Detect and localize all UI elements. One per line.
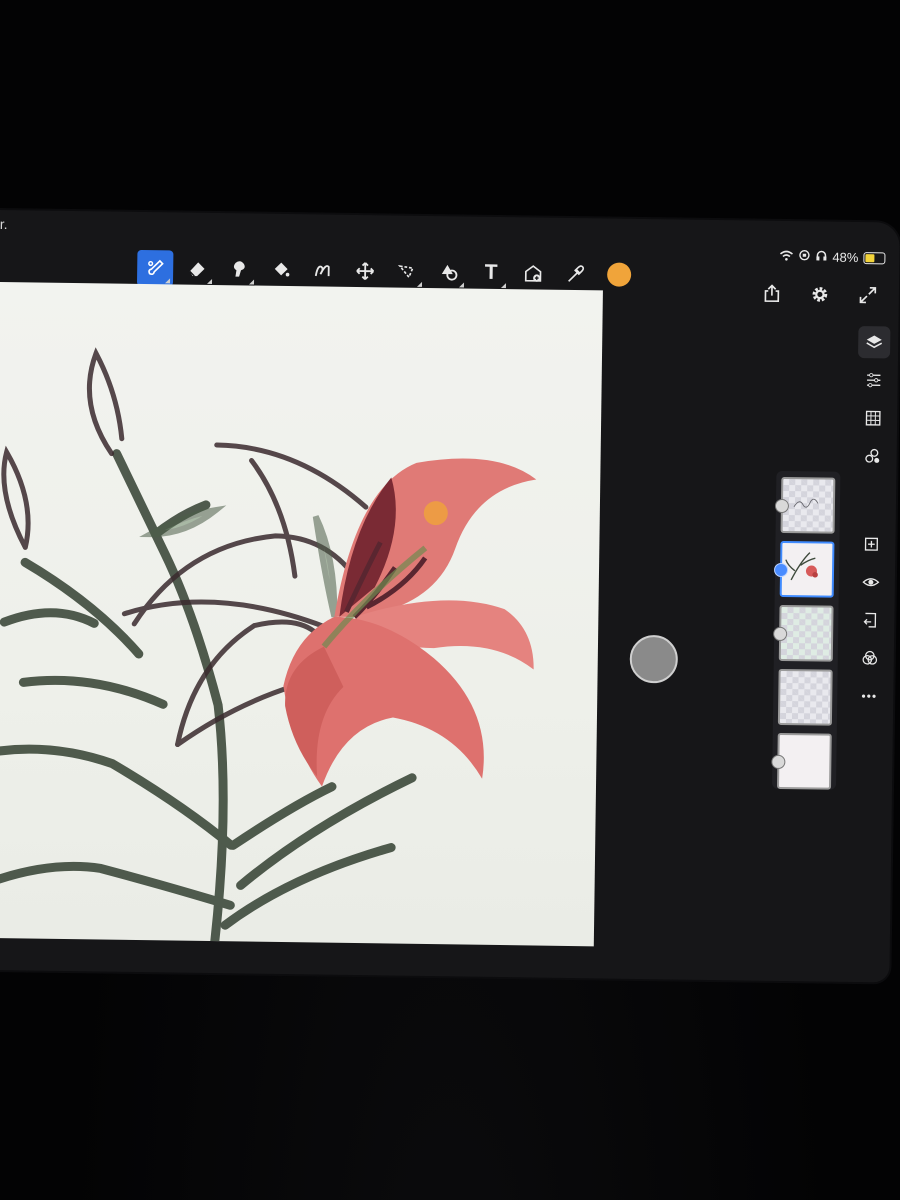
filter-icon[interactable] <box>854 642 886 674</box>
lasso-select-icon[interactable] <box>389 253 425 289</box>
share-icon[interactable] <box>757 279 787 309</box>
move-tool-icon[interactable] <box>347 253 383 289</box>
drawing-canvas[interactable] <box>0 281 603 947</box>
layer-thumbnail-selected[interactable] <box>773 540 835 598</box>
fill-tool-icon[interactable] <box>263 252 299 288</box>
eraser-tool-icon[interactable] <box>179 251 215 287</box>
lily-thumbnail <box>785 552 818 581</box>
rotation-lock-icon <box>798 249 810 264</box>
fullscreen-icon[interactable] <box>853 280 883 310</box>
layer-mask-icon[interactable] <box>773 626 788 642</box>
right-sidebar: ••• <box>851 325 892 712</box>
text-tool-glyph: T <box>484 260 498 284</box>
add-layer-icon[interactable] <box>855 528 887 560</box>
layer-thumbnail[interactable] <box>773 604 834 662</box>
more-icon[interactable]: ••• <box>853 680 885 712</box>
gear-icon[interactable] <box>805 279 835 309</box>
headphones-icon <box>815 249 827 264</box>
layers-panel <box>771 470 841 790</box>
brush-size-knob[interactable] <box>629 634 679 684</box>
shapes-tool-icon[interactable] <box>431 254 467 290</box>
image-import-icon[interactable] <box>515 255 551 291</box>
tablet-screen: r. 48% T ••• <box>0 210 900 983</box>
import-icon[interactable] <box>854 604 886 636</box>
lily-artwork <box>0 347 537 946</box>
status-indicators: 48% <box>779 249 886 265</box>
signature-sketch <box>793 498 819 508</box>
battery-percent: 48% <box>832 249 859 265</box>
current-color-swatch[interactable] <box>606 262 632 287</box>
battery-icon <box>863 251 886 264</box>
brush-tool-icon[interactable] <box>136 249 174 287</box>
visibility-icon[interactable] <box>855 566 887 598</box>
layer-thumbnail[interactable] <box>777 668 833 726</box>
status-time-fragment: r. <box>0 215 8 233</box>
layers-icon[interactable] <box>858 325 891 359</box>
top-right-actions <box>757 279 883 311</box>
eyedropper-icon[interactable] <box>557 256 593 292</box>
blend-icon[interactable] <box>856 440 888 472</box>
text-tool-icon[interactable]: T <box>473 255 509 291</box>
layer-lock-icon[interactable] <box>771 754 786 770</box>
adjustments-icon[interactable] <box>857 364 889 396</box>
smudge-tool-icon[interactable] <box>221 251 257 287</box>
layer-thumbnail[interactable] <box>774 476 836 534</box>
grid-icon[interactable] <box>857 402 889 434</box>
wifi-icon <box>779 249 793 264</box>
shape-tool-icon[interactable] <box>305 252 341 288</box>
background-layer-thumbnail[interactable] <box>771 732 832 790</box>
